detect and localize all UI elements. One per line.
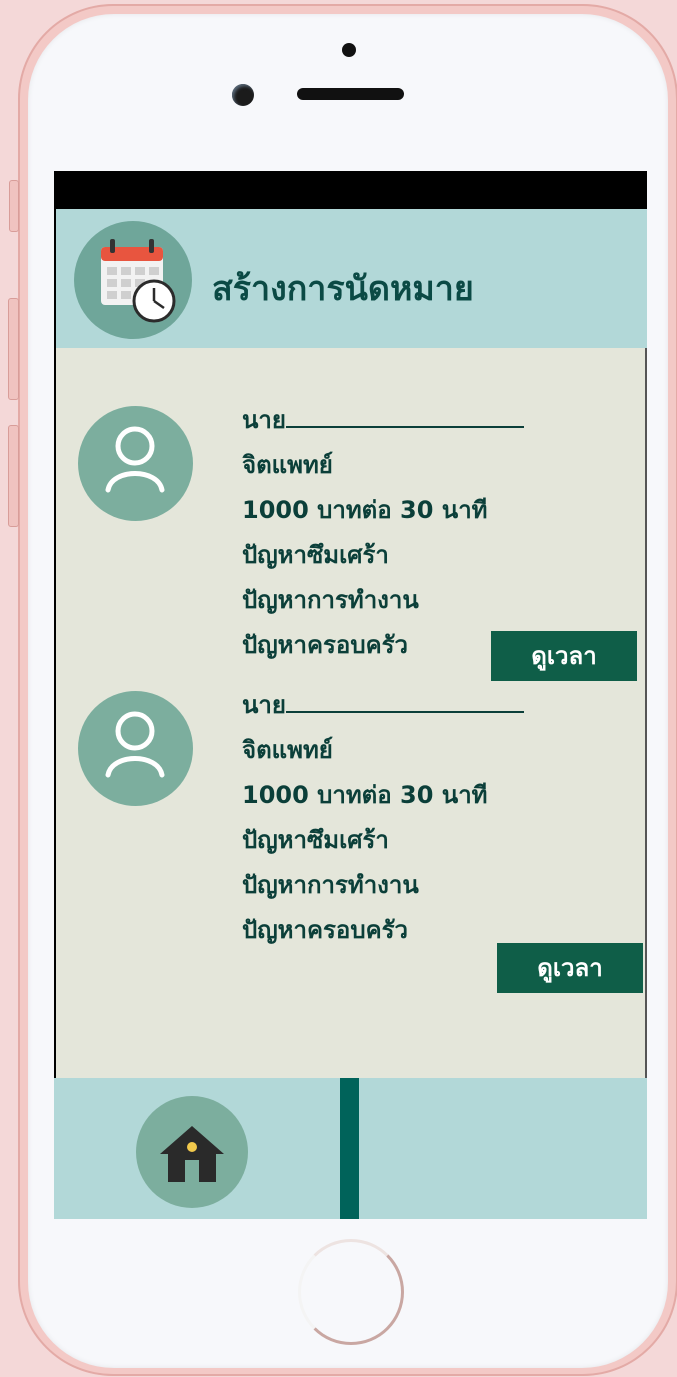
proximity-sensor: [342, 43, 356, 57]
calendar-clock-icon: [74, 221, 192, 339]
doctor-role: จิตแพทย์: [242, 736, 333, 764]
home-icon[interactable]: [136, 1096, 248, 1208]
volume-down-button: [8, 425, 19, 527]
doctor-name: นาย: [242, 398, 524, 443]
doctor-specialty: ปัญหาการทำงาน: [242, 586, 419, 614]
view-time-button[interactable]: ดูเวลา: [497, 943, 643, 993]
doctor-specialty: ปัญหาครอบครัว: [242, 631, 408, 659]
nav-divider: [340, 1078, 359, 1219]
doctor-specialty: ปัญหาการทำงาน: [242, 871, 419, 899]
phone-home-button[interactable]: [298, 1239, 404, 1345]
app-header: สร้างการนัดหมาย: [56, 209, 647, 348]
volume-up-button: [8, 298, 19, 400]
user-icon: [78, 691, 193, 806]
doctor-name: นาย: [242, 683, 524, 728]
doctor-list: นาย จิตแพทย์ 1000 บาทต่อ 30 นาที ปัญหาซึ…: [56, 348, 647, 1078]
name-blank-line: [285, 404, 524, 428]
doctor-info: นาย จิตแพทย์ 1000 บาทต่อ 30 นาที ปัญหาซึ…: [242, 683, 524, 953]
app-screen: สร้างการนัดหมาย นาย จิตแพทย์ 1000 บาทต่อ…: [54, 171, 647, 1219]
doctor-price: 1000 บาทต่อ 30 นาที: [242, 496, 488, 524]
doctor-role: จิตแพทย์: [242, 451, 333, 479]
status-bar: [54, 171, 647, 209]
doctor-card: นาย จิตแพทย์ 1000 บาทต่อ 30 นาที ปัญหาซึ…: [56, 388, 645, 681]
earpiece-speaker: [297, 88, 404, 100]
bottom-nav: [54, 1078, 647, 1219]
doctor-specialty: ปัญหาซึมเศร้า: [242, 541, 389, 569]
doctor-specialty: ปัญหาครอบครัว: [242, 916, 408, 944]
doctor-card: นาย จิตแพทย์ 1000 บาทต่อ 30 นาที ปัญหาซึ…: [56, 673, 645, 993]
name-blank-line: [285, 689, 524, 713]
mute-switch: [9, 180, 19, 232]
page-title: สร้างการนัดหมาย: [212, 269, 474, 309]
front-camera: [232, 84, 254, 106]
doctor-info: นาย จิตแพทย์ 1000 บาทต่อ 30 นาที ปัญหาซึ…: [242, 398, 524, 668]
user-icon: [78, 406, 193, 521]
doctor-specialty: ปัญหาซึมเศร้า: [242, 826, 389, 854]
doctor-price: 1000 บาทต่อ 30 นาที: [242, 781, 488, 809]
